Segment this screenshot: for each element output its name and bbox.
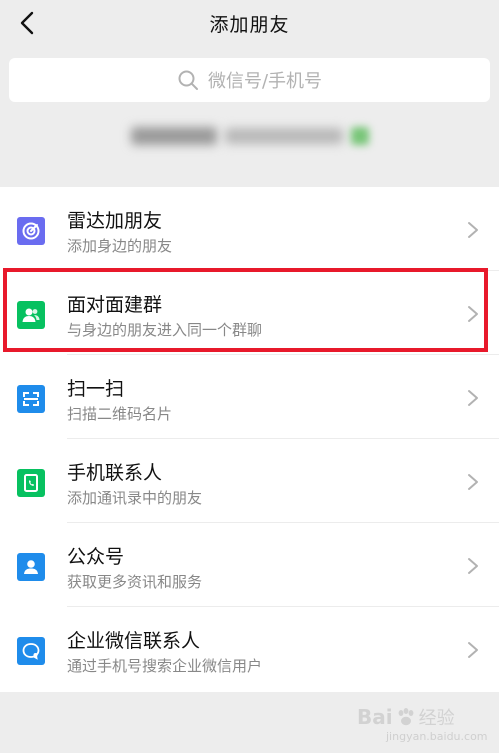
item-subtitle: 扫描二维码名片 [67, 405, 173, 423]
redacted-id [224, 128, 343, 144]
search-input[interactable]: 微信号/手机号 [9, 58, 490, 102]
list-item-radar[interactable]: 雷达加朋友 添加身边的朋友 [0, 187, 499, 271]
item-title: 面对面建群 [67, 294, 163, 316]
watermark-brand: Bai [357, 705, 393, 729]
item-subtitle: 与身边的朋友进入同一个群聊 [67, 321, 263, 339]
top-bar: 添加朋友 [0, 0, 499, 46]
list-item-official-account[interactable]: 公众号 获取更多资讯和服务 [0, 523, 499, 607]
chevron-right-icon [468, 558, 478, 574]
item-title: 企业微信联系人 [67, 630, 201, 652]
item-subtitle: 添加身边的朋友 [67, 237, 173, 255]
item-title: 雷达加朋友 [67, 210, 163, 232]
item-subtitle: 添加通讯录中的朋友 [67, 489, 203, 507]
paw-icon [398, 708, 414, 726]
search-placeholder: 微信号/手机号 [207, 71, 323, 92]
page-title: 添加朋友 [209, 13, 290, 36]
chevron-right-icon [468, 642, 478, 658]
qr-code-icon[interactable] [350, 127, 369, 145]
scan-icon [17, 385, 45, 413]
list-item-phone-contacts[interactable]: 手机联系人 添加通讯录中的朋友 [0, 439, 499, 523]
phone-contacts-icon [17, 469, 45, 497]
chevron-right-icon [468, 474, 478, 490]
chevron-right-icon [468, 306, 478, 322]
watermark-url: jingyan.baidu.com [386, 730, 488, 743]
add-friend-options-list: 雷达加朋友 添加身边的朋友 面对面建群 与身边的朋友进入同一个群聊 扫一扫 扫描… [0, 187, 499, 692]
item-subtitle: 获取更多资讯和服务 [67, 573, 203, 591]
list-item-wecom-contact[interactable]: 企业微信联系人 通过手机号搜索企业微信用户 [0, 607, 499, 691]
wecom-contact-icon [17, 637, 45, 665]
official-account-icon [17, 553, 45, 581]
watermark-brand-2: 经验 [418, 708, 455, 729]
item-title: 手机联系人 [67, 462, 163, 484]
list-item-scan[interactable]: 扫一扫 扫描二维码名片 [0, 355, 499, 439]
chevron-right-icon [468, 390, 478, 406]
my-wechat-id-redacted [0, 118, 499, 154]
radar-icon [17, 217, 45, 245]
item-title: 扫一扫 [67, 378, 125, 400]
search-icon [178, 70, 198, 90]
back-arrow-icon [20, 11, 34, 35]
chevron-right-icon [468, 222, 478, 238]
face-to-face-group-icon [17, 301, 45, 329]
back-button[interactable] [12, 8, 42, 38]
item-subtitle: 通过手机号搜索企业微信用户 [67, 657, 263, 675]
redacted-label [130, 127, 217, 145]
item-title: 公众号 [67, 546, 125, 568]
list-item-face-to-face-group[interactable]: 面对面建群 与身边的朋友进入同一个群聊 [0, 271, 499, 355]
